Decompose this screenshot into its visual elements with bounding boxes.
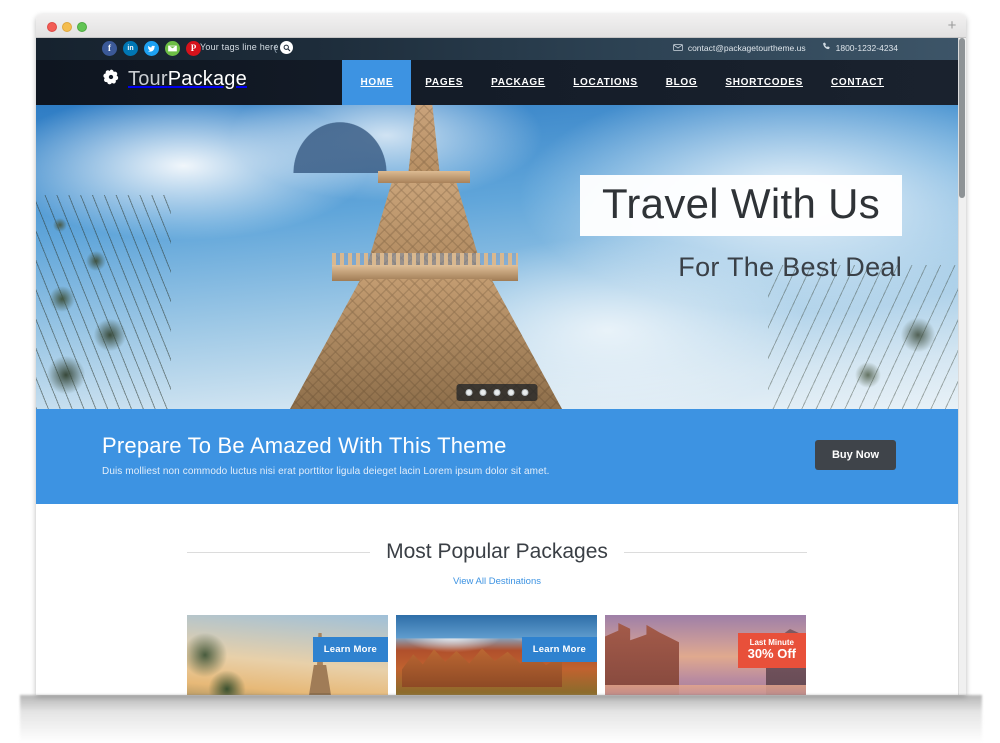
slider-dot-2[interactable] bbox=[479, 389, 487, 396]
magnifier-glyph bbox=[283, 44, 290, 51]
page-scrollbar[interactable] bbox=[958, 38, 966, 695]
scrollbar-thumb[interactable] bbox=[959, 38, 965, 198]
slider-dot-1[interactable] bbox=[465, 389, 473, 396]
nav-item-blog[interactable]: BLOG bbox=[652, 60, 712, 105]
hero-tree-right bbox=[768, 265, 958, 409]
email-icon[interactable] bbox=[165, 41, 180, 56]
facebook-icon[interactable]: f bbox=[102, 41, 117, 56]
contact-email[interactable]: contact@packagetourtheme.us bbox=[672, 42, 806, 53]
view-all-destinations-link[interactable]: View All Destinations bbox=[36, 576, 958, 587]
twitter-icon[interactable] bbox=[144, 41, 159, 56]
window-maximize-button[interactable] bbox=[77, 22, 87, 32]
window-close-button[interactable] bbox=[47, 22, 57, 32]
heading-rule-right bbox=[623, 551, 808, 553]
page-viewport: f in P Your tags line here (contact@pac… bbox=[36, 38, 966, 695]
hero-caption: Travel With Us For The Best Deal bbox=[580, 175, 902, 283]
browser-titlebar: + bbox=[36, 14, 966, 38]
shutter-flower-glyph bbox=[103, 69, 119, 85]
tower-upper-deck bbox=[378, 171, 470, 183]
hero-slider: Travel With Us For The Best Deal bbox=[36, 105, 958, 409]
slider-dot-4[interactable] bbox=[507, 389, 515, 396]
envelope-glyph bbox=[672, 43, 683, 51]
top-utility-bar-inner: f in P Your tags line here (contact@pac… bbox=[102, 38, 898, 60]
package-card-list: Learn More Learn More Last Minute 30% Of… bbox=[187, 615, 807, 695]
package-card-2[interactable]: Learn More bbox=[396, 615, 597, 695]
nav-item-shortcodes[interactable]: SHORTCODES bbox=[711, 60, 817, 105]
cta-subtitle: Duis molliest non commodo luctus nisi er… bbox=[102, 466, 550, 477]
contact-group: contact@packagetourtheme.us 1800-1232-42… bbox=[672, 42, 898, 53]
nav-item-contact[interactable]: CONTACT bbox=[817, 60, 898, 105]
contact-phone-text: 1800-1232-4234 bbox=[835, 42, 898, 53]
buy-now-button[interactable]: Buy Now bbox=[814, 440, 896, 470]
tower-lower-deck bbox=[332, 265, 518, 281]
contact-phone[interactable]: 1800-1232-4234 bbox=[822, 42, 898, 53]
new-tab-button[interactable]: + bbox=[944, 18, 960, 34]
hero-subtitle: For The Best Deal bbox=[678, 252, 902, 283]
browser-window: + f in P Your tags line here (contact@p… bbox=[36, 14, 966, 695]
nav-item-locations[interactable]: LOCATIONS bbox=[559, 60, 651, 105]
contact-email-text: contact@packagetourtheme.us bbox=[687, 42, 806, 53]
site-logo[interactable]: TourPackage bbox=[102, 68, 247, 91]
hero-title-box: Travel With Us bbox=[580, 175, 902, 237]
envelope-icon bbox=[672, 43, 683, 53]
navbar-inner: TourPackage HOME PAGES PACKAGE LOCATIONS… bbox=[102, 60, 892, 105]
site-logo-text-part2: Package bbox=[167, 68, 247, 90]
page-content: f in P Your tags line here (contact@pac… bbox=[36, 38, 966, 695]
last-minute-badge[interactable]: Last Minute 30% Off bbox=[737, 633, 806, 669]
nav-item-home[interactable]: HOME bbox=[342, 60, 412, 105]
package-card-3[interactable]: Last Minute 30% Off bbox=[605, 615, 806, 695]
nav-item-package[interactable]: PACKAGE bbox=[477, 60, 559, 105]
envelope-glyph bbox=[168, 45, 177, 52]
hero-tree-left bbox=[36, 195, 171, 409]
linkedin-icon[interactable]: in bbox=[123, 41, 138, 56]
search-icon[interactable] bbox=[280, 41, 293, 54]
site-logo-text: TourPackage bbox=[128, 68, 247, 91]
hero-title: Travel With Us bbox=[602, 180, 880, 227]
phone-icon bbox=[822, 42, 831, 53]
popular-packages-section: Most Popular Packages View All Destinati… bbox=[36, 504, 958, 695]
phone-glyph bbox=[822, 42, 830, 50]
learn-more-button-2[interactable]: Learn More bbox=[521, 637, 597, 662]
twitter-bird-glyph bbox=[147, 45, 156, 52]
section-heading-row: Most Popular Packages bbox=[187, 540, 808, 564]
cta-banner-inner: Prepare To Be Amazed With This Theme Dui… bbox=[102, 409, 896, 504]
top-utility-bar: f in P Your tags line here (contact@pac… bbox=[36, 38, 958, 60]
slider-pagination bbox=[456, 384, 538, 401]
main-menu: HOME PAGES PACKAGE LOCATIONS BLOG SHORTC… bbox=[342, 60, 898, 105]
eiffel-tower-graphic bbox=[274, 105, 574, 409]
package-card-1[interactable]: Learn More bbox=[187, 615, 388, 695]
tagline-text: Your tags line here bbox=[200, 42, 279, 52]
pinterest-icon[interactable]: P bbox=[186, 41, 201, 56]
slider-dot-3[interactable] bbox=[493, 389, 501, 396]
shutter-flower-icon bbox=[102, 68, 120, 91]
cta-title: Prepare To Be Amazed With This Theme bbox=[102, 433, 507, 458]
social-links: f in P bbox=[102, 41, 201, 56]
site-navbar: TourPackage HOME PAGES PACKAGE LOCATIONS… bbox=[36, 60, 958, 105]
slider-dot-5[interactable] bbox=[521, 389, 529, 396]
window-drop-shadow bbox=[20, 695, 982, 743]
tower-top-section bbox=[408, 105, 440, 175]
nav-item-pages[interactable]: PAGES bbox=[411, 60, 477, 105]
card-water bbox=[605, 685, 806, 695]
cta-banner: Prepare To Be Amazed With This Theme Dui… bbox=[36, 409, 958, 504]
heading-rule-left bbox=[187, 551, 371, 553]
page-title: Most Popular Packages bbox=[386, 540, 608, 563]
search-bracket: ( bbox=[274, 42, 277, 53]
learn-more-button-1[interactable]: Learn More bbox=[312, 637, 388, 662]
window-minimize-button[interactable] bbox=[62, 22, 72, 32]
site-logo-text-part1: Tour bbox=[128, 68, 168, 90]
badge-bottom-text: 30% Off bbox=[747, 646, 796, 662]
search-group: ( bbox=[274, 41, 293, 54]
tower-arch bbox=[274, 105, 406, 173]
